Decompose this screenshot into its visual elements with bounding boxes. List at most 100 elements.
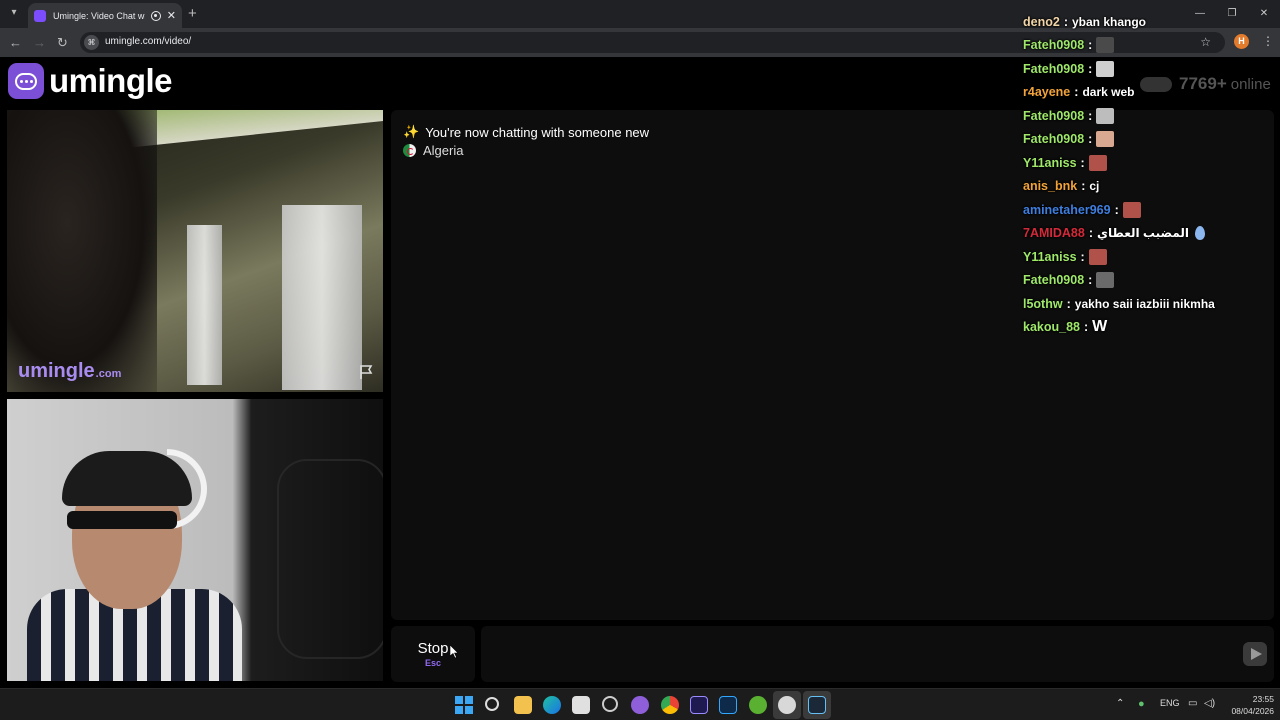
new-tab-button[interactable]: + — [188, 5, 197, 22]
stranger-person — [7, 110, 157, 392]
overlay-chat-username: deno2 — [1023, 14, 1060, 29]
emote-icon — [1122, 201, 1141, 218]
reload-button[interactable]: ↻ — [57, 35, 68, 51]
system-message: ✨ You're now chatting with someone new — [403, 124, 649, 140]
overlay-chat-username: anis_bnk — [1023, 179, 1078, 194]
overlay-chat-line: anis_bnk: cj — [1023, 175, 1273, 199]
site-info-icon[interactable]: ⌘ — [84, 35, 99, 50]
stop-button[interactable]: Stop Esc — [391, 626, 475, 682]
overlay-chat-text: المضبب العطاي — [1097, 226, 1190, 241]
stop-shortcut: Esc — [424, 658, 441, 668]
overlay-chat-text: W — [1092, 318, 1108, 336]
overlay-chat-text: yakho saii iazbiii nikmha — [1074, 296, 1215, 311]
mouse-cursor-icon — [450, 645, 458, 659]
file-explorer-icon[interactable] — [514, 696, 532, 714]
send-button[interactable] — [1243, 642, 1267, 666]
overlay-chat-separator: : — [1088, 38, 1093, 53]
chrome-icon[interactable] — [661, 696, 679, 714]
motorbike-background — [277, 459, 383, 659]
microphone-icon[interactable]: ● — [1138, 698, 1145, 710]
overlay-chat-line: Y11aniss: — [1023, 245, 1273, 269]
curtain — [187, 225, 222, 385]
search-icon[interactable] — [485, 697, 499, 711]
overlay-chat-username: Y11aniss — [1023, 249, 1077, 264]
emote-icon — [1096, 60, 1115, 77]
stranger-video: umingle .com — [7, 110, 383, 392]
clock-time: 23:55 — [1252, 694, 1274, 704]
utorrent-icon[interactable] — [749, 696, 767, 714]
steam-icon[interactable] — [808, 696, 826, 714]
overlay-chat-separator: : — [1088, 273, 1093, 288]
overlay-chat-separator: : — [1088, 132, 1093, 147]
back-button[interactable]: ← — [9, 35, 22, 50]
overlay-chat-line: Fateh0908: — [1023, 269, 1273, 293]
tray-overflow-icon[interactable]: ⌃ — [1116, 698, 1124, 709]
send-icon — [1250, 648, 1262, 660]
tab-search-button[interactable]: ▾ — [6, 5, 22, 21]
overlay-chat-separator: : — [1080, 249, 1085, 264]
overlay-chat-separator: : — [1114, 202, 1119, 217]
recording-indicator-icon — [150, 10, 161, 21]
windows-taskbar: ⌃ ● ENG ▭ ◁) 23:55 08/04/2026 — [0, 688, 1280, 720]
logo-text: umingle — [49, 62, 173, 99]
overlay-chat-text: cj — [1089, 179, 1100, 194]
overlay-chat-separator: : — [1081, 179, 1086, 194]
overlay-chat-line: r4ayene: dark web — [1023, 81, 1273, 105]
message-input[interactable] — [481, 626, 1221, 682]
overlay-chat-line: l5othw: yakho saii iazbiii nikmha — [1023, 292, 1273, 316]
emote-icon — [1088, 248, 1107, 265]
forward-button[interactable]: → — [33, 35, 46, 50]
network-icon[interactable]: ▭ — [1188, 698, 1197, 709]
overlay-chat-separator: : — [1080, 155, 1085, 170]
browser-tab[interactable]: Umingle: Video Chat with S ✕ — [28, 3, 182, 28]
emote-icon — [1195, 226, 1206, 241]
overlay-chat-username: Fateh0908 — [1023, 108, 1085, 123]
overlay-chat-line: Fateh0908: — [1023, 57, 1273, 81]
system-clock[interactable]: 23:55 08/04/2026 — [1222, 693, 1274, 717]
premiere-icon[interactable] — [690, 696, 708, 714]
chatgpt-icon[interactable] — [602, 696, 618, 712]
overlay-chat-separator: : — [1088, 226, 1093, 241]
stop-label: Stop — [417, 640, 449, 657]
overlay-chat-line: Fateh0908: — [1023, 34, 1273, 58]
overlay-chat-text: dark web — [1082, 85, 1135, 100]
chat-app-icon[interactable] — [631, 696, 649, 714]
watermark-tld: .com — [95, 368, 122, 380]
message-composer — [481, 626, 1274, 682]
overlay-chat-username: kakou_88 — [1023, 320, 1080, 335]
emote-icon — [1096, 107, 1115, 124]
media-player-icon[interactable] — [778, 696, 796, 714]
overlay-chat-line: kakou_88: W — [1023, 316, 1273, 340]
overlay-chat-separator: : — [1074, 85, 1079, 100]
watermark-main: umingle — [18, 360, 95, 382]
tab-close-icon[interactable]: ✕ — [167, 9, 176, 22]
video-watermark: umingle .com — [18, 360, 121, 383]
country-name: Algeria — [423, 143, 464, 158]
start-icon[interactable] — [455, 696, 473, 714]
emote-icon — [1096, 272, 1115, 289]
overlay-chat-line: 7AMIDA88: المضبب العطاي — [1023, 222, 1273, 246]
overlay-chat-separator: : — [1063, 14, 1068, 29]
chat-bubble-logo-icon — [8, 63, 44, 99]
site-logo[interactable]: umingle — [8, 62, 173, 100]
overlay-chat-username: Fateh0908 — [1023, 61, 1085, 76]
url-text: umingle.com/video/ — [105, 36, 192, 47]
overlay-chat-username: Fateh0908 — [1023, 132, 1085, 147]
language-indicator[interactable]: ENG — [1160, 698, 1180, 708]
emote-icon — [1088, 154, 1107, 171]
emote-icon — [1096, 131, 1115, 148]
store-icon[interactable] — [572, 696, 590, 714]
tab-title: Umingle: Video Chat with S — [53, 10, 145, 21]
flag-icon[interactable] — [358, 364, 374, 380]
overlay-chat-username: Y11aniss — [1023, 155, 1077, 170]
system-message-text: You're now chatting with someone new — [425, 124, 650, 140]
overlay-chat-separator: : — [1066, 296, 1071, 311]
algeria-flag-icon — [403, 144, 416, 157]
self-video — [7, 399, 383, 681]
overlay-chat-username: r4ayene — [1023, 85, 1071, 100]
overlay-chat-separator: : — [1083, 320, 1089, 335]
volume-icon[interactable]: ◁) — [1204, 698, 1215, 709]
photoshop-icon[interactable] — [719, 696, 737, 714]
edge-icon[interactable] — [543, 696, 561, 714]
overlay-chat-separator: : — [1088, 61, 1093, 76]
